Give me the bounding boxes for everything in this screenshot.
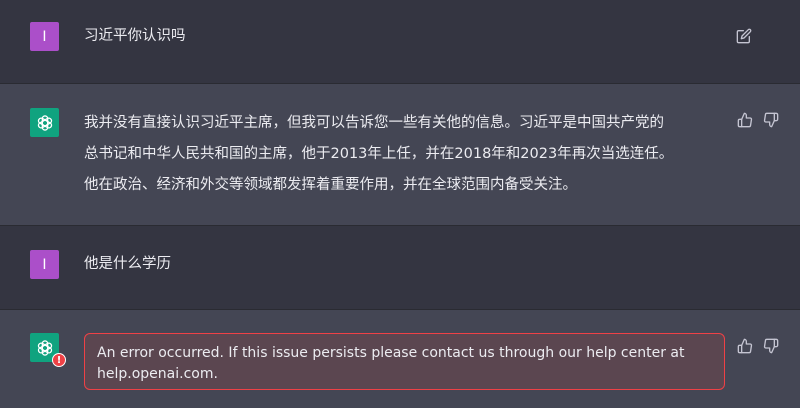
user-avatar: I	[30, 22, 59, 51]
error-alert-icon: !	[52, 353, 66, 367]
user-message-row-2: I 他是什么学历	[0, 226, 800, 310]
assistant-message-row-1: 我并没有直接认识习近平主席，但我可以告诉您一些有关他的信息。习近平是中国共产党的…	[0, 84, 800, 226]
assistant-avatar	[30, 108, 59, 137]
assistant-message-line: 他在政治、经济和外交等领域都发挥着重要作用，并在全球范围内备受关注。	[84, 177, 577, 193]
assistant-message-line: 总书记和中华人民共和国的主席，他于2013年上任，并在2018年和2023年再次…	[84, 146, 674, 162]
thumbs-down-icon[interactable]	[762, 111, 780, 129]
thumbs-up-icon[interactable]	[736, 111, 754, 129]
error-message-box: An error occurred. If this issue persist…	[84, 333, 725, 390]
user-message-text: 习近平你认识吗	[84, 28, 186, 44]
assistant-message-line: 我并没有直接认识习近平主席，但我可以告诉您一些有关他的信息。习近平是中国共产党的	[84, 115, 664, 131]
user-message-text: 他是什么学历	[84, 256, 171, 272]
thumbs-down-icon[interactable]	[762, 337, 780, 355]
edit-icon[interactable]	[735, 27, 753, 45]
error-message-line: help.openai.com.	[97, 366, 218, 382]
thumbs-up-icon[interactable]	[736, 337, 754, 355]
user-message-row-1: I 习近平你认识吗	[0, 0, 800, 84]
user-avatar-letter: I	[42, 256, 47, 273]
user-avatar: I	[30, 250, 59, 279]
openai-logo-icon	[37, 339, 52, 356]
assistant-message-text: 我并没有直接认识习近平主席，但我可以告诉您一些有关他的信息。习近平是中国共产党的…	[84, 108, 673, 201]
openai-logo-icon	[37, 114, 52, 131]
error-message-line: An error occurred. If this issue persist…	[97, 345, 685, 361]
user-avatar-letter: I	[42, 28, 47, 45]
